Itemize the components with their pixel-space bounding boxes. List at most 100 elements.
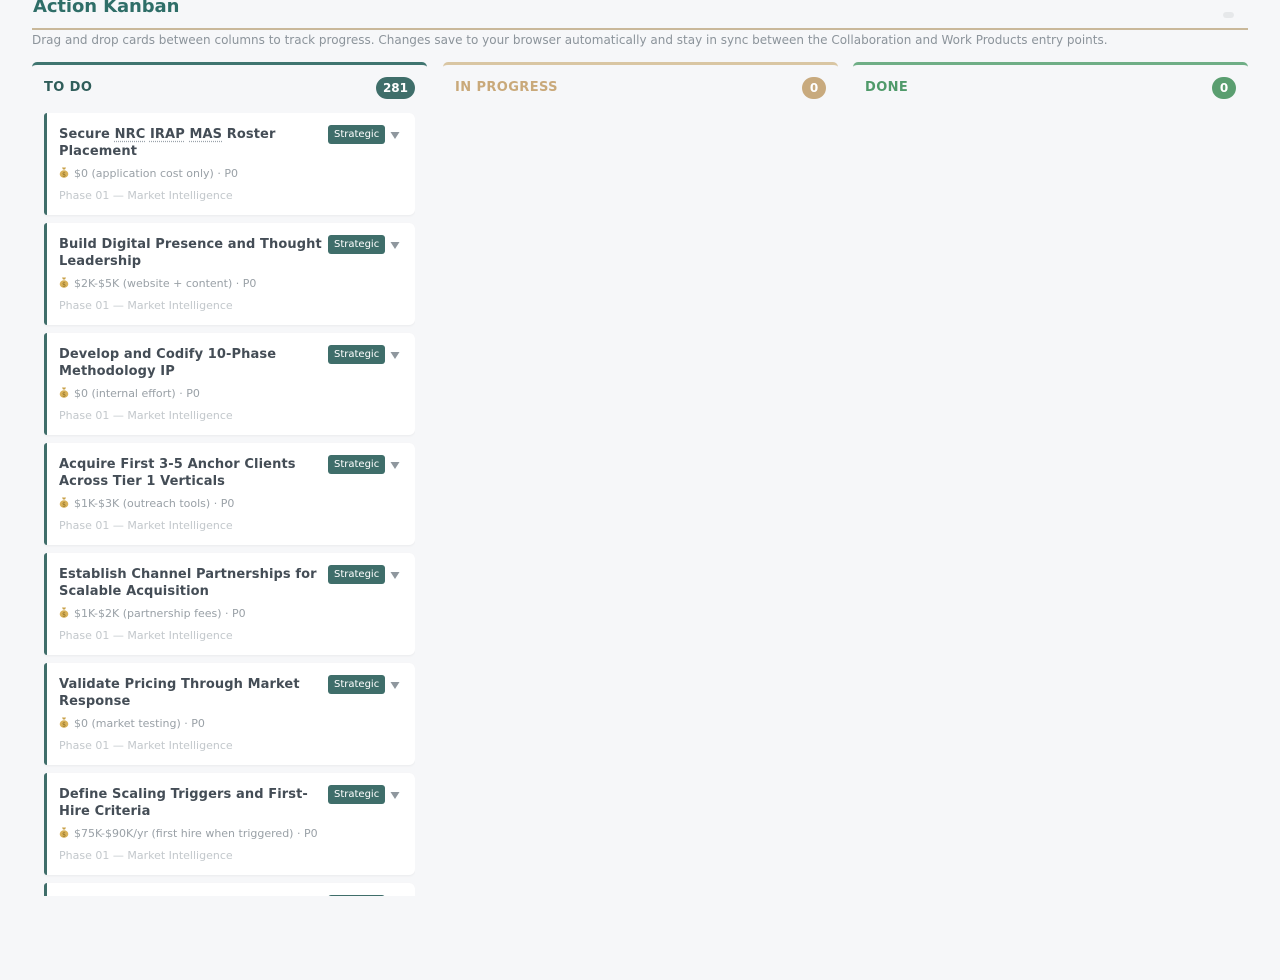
column-done[interactable]: DONE 0 [853,62,1248,896]
chevron-down-icon[interactable] [389,786,401,799]
card-cost: $2K-$5K (website + content) [74,277,233,290]
abbreviation[interactable]: MAS [189,127,222,142]
task-card[interactable]: Develop and Codify 10-Phase Methodology … [44,333,415,435]
settings-toggle[interactable] [1223,12,1234,18]
card-meta: $ $1K-$2K (partnership fees) · P0 [59,607,335,621]
svg-text:$: $ [62,171,66,178]
chevron-down-icon[interactable] [389,346,401,359]
column-header: TO DO 281 [32,65,427,111]
chevron-down-icon[interactable] [389,456,401,469]
card-list[interactable]: Secure NRC IRAP MAS Roster Placement $ $0 … [44,113,415,896]
card-cost: $1K-$2K (partnership fees) [74,607,222,620]
meta-separator: · [293,827,304,840]
category-tag: Strategic [328,785,386,804]
card-meta: $ $0 (market testing) · P0 [59,717,335,731]
page-subtitle: Drag and drop cards between columns to t… [32,33,1108,47]
page-title: Action Kanban [33,0,180,17]
money-bag-icon: $ [59,277,69,288]
meta-separator: · [175,387,187,400]
money-bag-icon: $ [59,717,69,728]
meta-separator: · [213,167,225,180]
category-tag: Strategic [328,565,386,584]
card-title: Secure NRC IRAP MAS Roster Placement [59,126,335,160]
money-bag-icon: $ [59,497,69,508]
money-bag-icon: $ [59,167,69,178]
svg-text:$: $ [62,281,66,288]
card-cost: $0 (market testing) [74,717,181,730]
column-count-badge: 281 [375,77,415,99]
page-header: Action Kanban [32,0,1248,30]
column-title: IN PROGRESS [455,80,558,95]
svg-text:$: $ [62,721,66,728]
card-meta: $ $0 (application cost only) · P0 [59,167,335,181]
chevron-down-icon[interactable] [389,566,401,579]
card-cost: $0 (internal effort) [74,387,176,400]
category-tag: Strategic [328,895,386,896]
column-header: IN PROGRESS 0 [443,65,838,111]
category-tag: Strategic [328,125,386,144]
card-phase: Phase 01 — Market Intelligence [59,519,233,532]
card-title: Develop and Codify 10-Phase Methodology … [59,347,277,379]
category-tag: Strategic [328,455,386,474]
task-card[interactable]: Validate Pricing Through Market Response… [44,663,415,765]
card-title: Build Digital Presence and Thought Leade… [59,237,322,269]
card-cost: $75K-$90K/yr (first hire when triggered) [74,827,294,840]
abbreviation[interactable]: NRC [115,127,146,142]
column-title: DONE [865,80,909,95]
column-header: DONE 0 [853,65,1248,111]
card-phase: Phase 01 — Market Intelligence [59,189,233,202]
meta-separator: · [180,717,192,730]
card-priority: P0 [242,277,257,290]
task-card[interactable]: Define Scaling Triggers and First-Hire C… [44,773,415,875]
card-priority: P0 [224,167,238,180]
chevron-down-icon[interactable] [389,236,401,249]
card-meta: $ $1K-$3K (outreach tools) · P0 [59,497,335,511]
kanban-board: TO DO 281 Secure NRC IRAP MAS Roster Pla… [32,62,1248,896]
card-meta: $ $2K-$5K (website + content) · P0 [59,277,335,291]
card-title: Define Scaling Triggers and First-Hire C… [59,787,308,819]
card-title: Validate Pricing Through Market Response [59,677,300,709]
card-phase: Phase 01 — Market Intelligence [59,849,233,862]
money-bag-icon: $ [59,827,69,838]
card-meta: $ $0 (internal effort) · P0 [59,387,335,401]
task-card[interactable]: Build Digital Presence and Thought Leade… [44,223,415,325]
category-tag: Strategic [328,675,386,694]
card-phase: Phase 01 — Market Intelligence [59,629,233,642]
category-tag: Strategic [328,345,386,364]
svg-text:$: $ [62,391,66,398]
task-card[interactable]: Acquire First 3-5 Anchor Clients Across … [44,443,415,545]
card-title: Acquire First 3-5 Anchor Clients Across … [59,457,296,489]
column-todo[interactable]: TO DO 281 Secure NRC IRAP MAS Roster Pla… [32,62,427,896]
title-text: Secure [59,127,115,142]
svg-text:$: $ [62,831,66,838]
task-card[interactable]: Establish Channel Partnerships for Scala… [44,553,415,655]
column-count-badge: 0 [1212,77,1236,99]
meta-separator: · [221,607,233,620]
card-meta: $ $75K-$90K/yr (first hire when triggered… [59,827,335,841]
column-title: TO DO [44,80,93,95]
money-bag-icon: $ [59,607,69,618]
card-phase: Phase 01 — Market Intelligence [59,409,233,422]
card-phase: Phase 01 — Market Intelligence [59,739,233,752]
task-card[interactable]: Secure NRC IRAP MAS Roster Placement $ $0 … [44,113,415,215]
abbreviation[interactable]: IRAP [150,127,185,142]
column-in-progress[interactable]: IN PROGRESS 0 [443,62,838,896]
chevron-down-icon[interactable] [389,126,401,139]
card-priority: P0 [191,717,205,730]
card-cost: $1K-$3K (outreach tools) [74,497,211,510]
chevron-down-icon[interactable] [389,676,401,689]
card-title: Establish Channel Partnerships for Scala… [59,567,317,599]
card-phase: Phase 01 — Market Intelligence [59,299,233,312]
task-card[interactable]: Produce Sample DeliverablesStrategic [44,883,415,896]
card-priority: P0 [232,607,246,620]
card-priority: P0 [303,827,318,840]
svg-text:$: $ [62,501,66,508]
svg-text:$: $ [62,611,66,618]
card-priority: P0 [220,497,235,510]
money-bag-icon: $ [59,387,69,398]
meta-separator: · [210,497,221,510]
category-tag: Strategic [328,235,386,254]
card-priority: P0 [186,387,200,400]
meta-separator: · [232,277,243,290]
card-cost: $0 (application cost only) [74,167,214,180]
